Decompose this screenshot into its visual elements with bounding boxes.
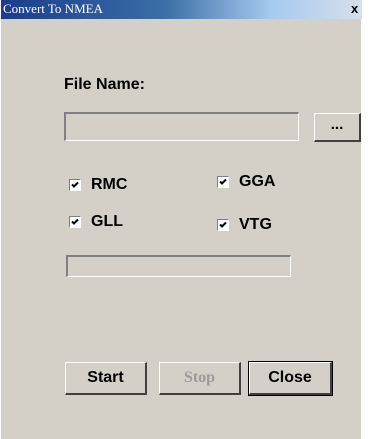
file-name-input[interactable] xyxy=(64,112,299,141)
gll-label: GLL xyxy=(91,213,123,230)
title-bar[interactable]: Convert To NMEA xyxy=(1,0,362,19)
browse-button[interactable]: ... xyxy=(314,113,361,142)
gga-checkbox[interactable]: GGA xyxy=(217,173,275,191)
vtg-label: VTG xyxy=(239,216,272,233)
file-name-label: File Name: xyxy=(64,76,145,93)
rmc-label: RMC xyxy=(91,176,128,193)
checkmark-icon xyxy=(71,181,79,188)
vtg-checkbox[interactable]: VTG xyxy=(217,216,272,234)
checkbox-box[interactable] xyxy=(69,179,81,191)
rmc-checkbox[interactable]: RMC xyxy=(69,176,127,194)
checkbox-box[interactable] xyxy=(217,219,229,231)
checkbox-box[interactable] xyxy=(69,216,81,228)
checkmark-icon xyxy=(71,218,79,225)
gll-checkbox[interactable]: GLL xyxy=(69,213,123,231)
checkbox-box[interactable] xyxy=(217,176,229,188)
close-button[interactable]: Close xyxy=(248,361,333,396)
gga-label: GGA xyxy=(239,173,276,190)
close-icon[interactable]: x xyxy=(351,1,365,17)
checkmark-icon xyxy=(219,221,227,228)
start-button[interactable]: Start xyxy=(65,362,147,395)
window-title: Convert To NMEA xyxy=(3,1,103,16)
convert-to-nmea-dialog: Convert To NMEA File Name: ... RMC GGA G… xyxy=(0,0,362,439)
progress-bar xyxy=(66,255,291,277)
stop-button: Stop xyxy=(159,362,241,395)
checkmark-icon xyxy=(219,178,227,185)
